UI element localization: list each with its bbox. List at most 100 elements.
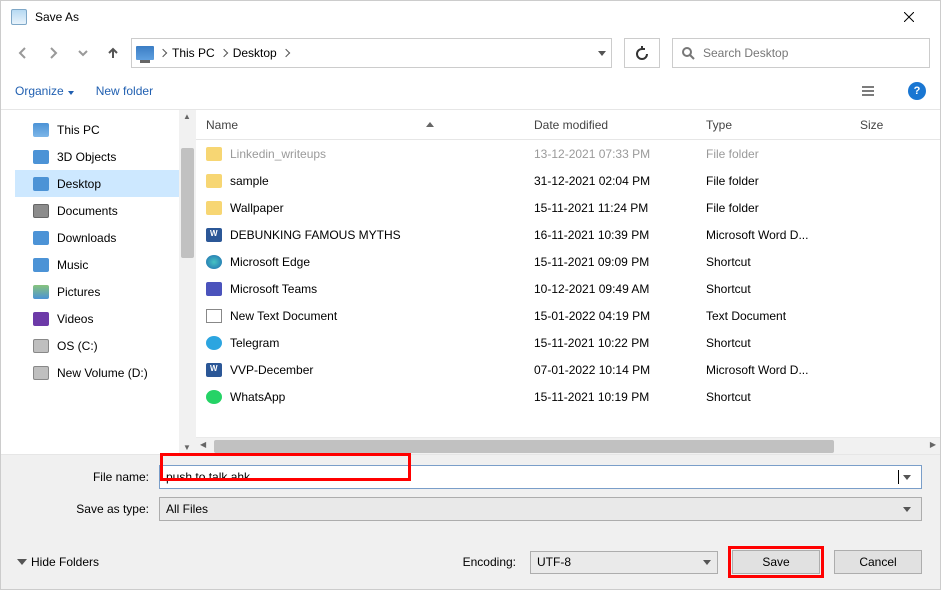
file-row[interactable]: New Text Document15-01-2022 04:19 PMText… xyxy=(196,302,940,329)
chevron-down-icon xyxy=(68,84,74,98)
forward-button[interactable] xyxy=(41,41,65,65)
ic-music-icon xyxy=(33,258,49,272)
file-name: Microsoft Teams xyxy=(230,282,317,296)
tree-item-label: This PC xyxy=(57,123,100,137)
file-type: Shortcut xyxy=(696,282,850,296)
window-title: Save As xyxy=(35,10,886,24)
save-highlight: Save xyxy=(732,550,820,574)
breadcrumb-desktop[interactable]: Desktop xyxy=(233,46,289,60)
file-row[interactable]: Microsoft Teams10-12-2021 09:49 AMShortc… xyxy=(196,275,940,302)
file-type: File folder xyxy=(696,174,850,188)
save-fields: File name: push to talk.ahk Save as type… xyxy=(1,454,940,535)
close-icon xyxy=(904,12,914,22)
tree-item-new-volume-d-[interactable]: New Volume (D:) xyxy=(15,359,196,386)
file-modified: 15-11-2021 11:24 PM xyxy=(524,201,696,215)
chevron-up-icon xyxy=(17,559,27,565)
help-button[interactable]: ? xyxy=(908,82,926,100)
body: This PC 3D Objects Desktop Documents Downloa… xyxy=(1,109,940,454)
ic-word-icon xyxy=(206,363,222,377)
ic-desktop-icon xyxy=(33,177,49,191)
file-name: sample xyxy=(230,174,269,188)
close-button[interactable] xyxy=(886,2,932,32)
tree-item-music[interactable]: Music xyxy=(15,251,196,278)
file-list: Linkedin_writeups13-12-2021 07:33 PMFile… xyxy=(196,140,940,437)
file-modified: 15-11-2021 09:09 PM xyxy=(524,255,696,269)
file-row[interactable]: DEBUNKING FAMOUS MYTHS16-11-2021 10:39 P… xyxy=(196,221,940,248)
scrollbar-thumb[interactable] xyxy=(181,148,194,258)
tree-item-this-pc[interactable]: This PC xyxy=(15,116,196,143)
save-button[interactable]: Save xyxy=(732,550,820,574)
tree-item-label: Downloads xyxy=(57,231,116,245)
chevron-down-icon xyxy=(899,507,915,512)
ic-pic-icon xyxy=(33,285,49,299)
file-type: File folder xyxy=(696,201,850,215)
organize-menu[interactable]: Organize xyxy=(15,84,74,98)
file-modified: 31-12-2021 02:04 PM xyxy=(524,174,696,188)
file-type: Shortcut xyxy=(696,390,850,404)
chevron-right-icon xyxy=(281,49,289,57)
file-row[interactable]: Telegram15-11-2021 10:22 PMShortcut xyxy=(196,329,940,356)
view-options-button[interactable] xyxy=(852,79,886,103)
back-button[interactable] xyxy=(11,41,35,65)
search-icon xyxy=(681,46,695,60)
tree-scrollbar[interactable] xyxy=(179,110,196,454)
breadcrumb-thispc[interactable]: This PC xyxy=(172,46,227,60)
file-row[interactable]: Microsoft Edge15-11-2021 09:09 PMShortcu… xyxy=(196,248,940,275)
refresh-button[interactable] xyxy=(624,38,660,68)
file-name: New Text Document xyxy=(230,309,337,323)
tree-item-documents[interactable]: Documents xyxy=(15,197,196,224)
file-name: VVP-December xyxy=(230,363,313,377)
tree-item-label: Pictures xyxy=(57,285,100,299)
file-row[interactable]: Wallpaper15-11-2021 11:24 PMFile folder xyxy=(196,194,940,221)
tree-item-videos[interactable]: Videos xyxy=(15,305,196,332)
col-name[interactable]: Name xyxy=(196,118,524,132)
col-type[interactable]: Type xyxy=(696,118,850,132)
saveastype-select[interactable]: All Files xyxy=(159,497,922,521)
col-modified[interactable]: Date modified xyxy=(524,118,696,132)
file-row[interactable]: sample 31-12-2021 02:04 PMFile folder xyxy=(196,167,940,194)
file-row[interactable]: Linkedin_writeups13-12-2021 07:33 PMFile… xyxy=(196,140,940,167)
ic-down-icon xyxy=(33,231,49,245)
ic-vid-icon xyxy=(33,312,49,326)
filename-input[interactable]: push to talk.ahk xyxy=(159,465,922,489)
recent-dropdown[interactable] xyxy=(71,41,95,65)
horizontal-scrollbar[interactable] xyxy=(196,437,940,454)
tree-item-label: New Volume (D:) xyxy=(57,366,148,380)
nav-row: This PC Desktop Search Desktop xyxy=(1,33,940,73)
up-button[interactable] xyxy=(101,41,125,65)
tree-item-label: 3D Objects xyxy=(57,150,116,164)
tree-item-3d-objects[interactable]: 3D Objects xyxy=(15,143,196,170)
app-icon xyxy=(11,9,27,25)
saveastype-label: Save as type: xyxy=(19,502,149,516)
cancel-button[interactable]: Cancel xyxy=(834,550,922,574)
file-name: WhatsApp xyxy=(230,390,285,404)
file-modified: 07-01-2022 10:14 PM xyxy=(524,363,696,377)
file-name: DEBUNKING FAMOUS MYTHS xyxy=(230,228,401,242)
tree-item-label: Videos xyxy=(57,312,93,326)
file-name: Telegram xyxy=(230,336,279,350)
tree-item-label: Documents xyxy=(57,204,118,218)
address-dropdown[interactable] xyxy=(597,48,607,58)
file-type: Text Document xyxy=(696,309,850,323)
tree-item-desktop[interactable]: Desktop xyxy=(15,170,196,197)
file-modified: 13-12-2021 07:33 PM xyxy=(524,147,696,161)
file-row[interactable]: WhatsApp15-11-2021 10:19 PMShortcut xyxy=(196,383,940,410)
scrollbar-thumb[interactable] xyxy=(214,440,834,453)
address-bar[interactable]: This PC Desktop xyxy=(131,38,612,68)
tree-item-os-c-[interactable]: OS (C:) xyxy=(15,332,196,359)
search-input[interactable]: Search Desktop xyxy=(672,38,930,68)
folder-tree: This PC 3D Objects Desktop Documents Downloa… xyxy=(1,110,196,454)
file-type: Shortcut xyxy=(696,336,850,350)
file-type: Shortcut xyxy=(696,255,850,269)
tree-item-label: Music xyxy=(57,258,88,272)
col-size[interactable]: Size xyxy=(850,118,940,132)
encoding-select[interactable]: UTF-8 xyxy=(530,551,718,574)
tree-item-pictures[interactable]: Pictures xyxy=(15,278,196,305)
file-row[interactable]: VVP-December 07-01-2022 10:14 PMMicrosoft… xyxy=(196,356,940,383)
file-type: Microsoft Word D... xyxy=(696,363,850,377)
new-folder-button[interactable]: New folder xyxy=(96,84,153,98)
hide-folders-toggle[interactable]: Hide Folders xyxy=(19,555,99,569)
ic-word-icon xyxy=(206,228,222,242)
filename-dropdown[interactable] xyxy=(899,475,915,480)
tree-item-downloads[interactable]: Downloads xyxy=(15,224,196,251)
